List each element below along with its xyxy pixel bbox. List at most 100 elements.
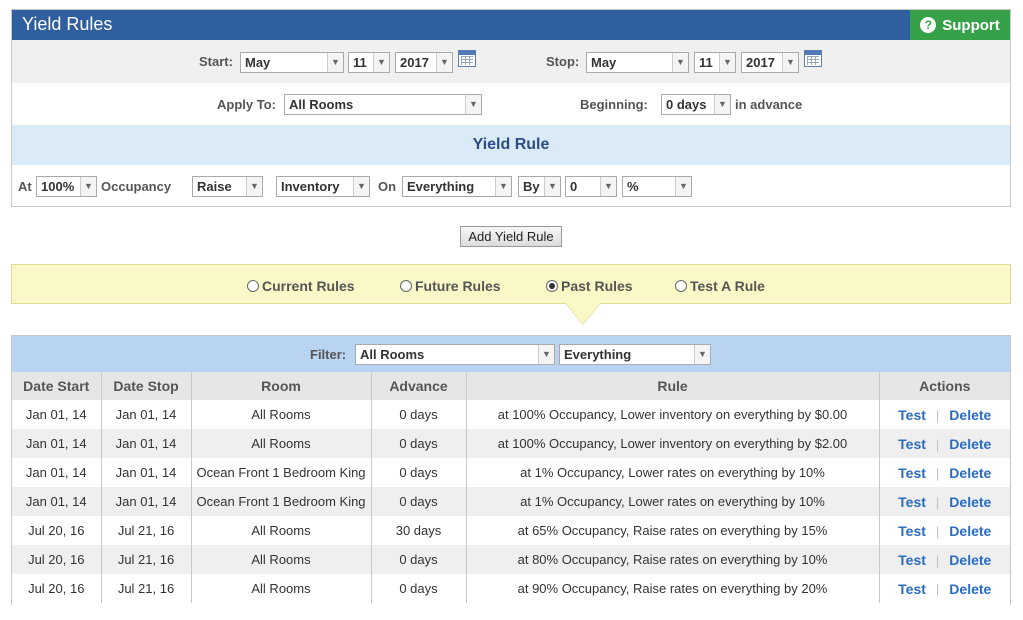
- chevron-down-icon: ▼: [719, 53, 735, 72]
- tab-label: Past Rules: [561, 278, 633, 294]
- start-calendar-icon[interactable]: [458, 50, 476, 67]
- cell-date-stop: Jan 01, 14: [101, 487, 192, 516]
- column-header-room[interactable]: Room: [191, 372, 372, 400]
- rule-view-tabs: Current Rules Future Rules Past Rules Te…: [11, 264, 1011, 304]
- unit-value: %: [627, 179, 639, 194]
- start-month-select[interactable]: May ▼: [240, 52, 344, 73]
- chevron-down-icon: ▼: [675, 177, 691, 196]
- cell-actions: Test | Delete: [879, 545, 1010, 574]
- cell-rule: at 100% Occupancy, Lower inventory on ev…: [466, 429, 880, 458]
- divider: |: [935, 494, 940, 510]
- radio-button[interactable]: [675, 280, 687, 292]
- cell-date-stop: Jul 21, 16: [101, 516, 192, 545]
- chevron-down-icon: ▼: [544, 177, 560, 196]
- stop-year-select[interactable]: 2017 ▼: [741, 52, 799, 73]
- tab-label: Test A Rule: [690, 278, 765, 294]
- column-header-date-start[interactable]: Date Start: [12, 372, 102, 400]
- chevron-down-icon: ▼: [327, 53, 343, 72]
- delete-link[interactable]: Delete: [949, 494, 991, 510]
- delete-link[interactable]: Delete: [949, 523, 991, 539]
- scope-select[interactable]: Everything ▼: [402, 176, 512, 197]
- by-select[interactable]: By ▼: [518, 176, 561, 197]
- action-select[interactable]: Raise ▼: [192, 176, 263, 197]
- cell-date-stop: Jul 21, 16: [101, 574, 192, 603]
- divider: |: [935, 581, 940, 597]
- table-row: Jan 01, 14 Jan 01, 14 All Rooms 0 days a…: [12, 400, 1010, 429]
- occupancy-select[interactable]: 100% ▼: [36, 176, 97, 197]
- cell-room: Ocean Front 1 Bedroom King: [191, 458, 372, 487]
- start-year-select[interactable]: 2017 ▼: [395, 52, 453, 73]
- stop-label: Stop:: [546, 54, 580, 69]
- start-day-value: 11: [353, 55, 367, 70]
- divider: |: [935, 407, 940, 423]
- page-title: Yield Rules: [22, 14, 113, 34]
- target-select[interactable]: Inventory ▼: [276, 176, 370, 197]
- cell-actions: Test | Delete: [879, 458, 1010, 487]
- action-value: Raise: [197, 179, 232, 194]
- cell-date-stop: Jan 01, 14: [101, 400, 192, 429]
- delete-link[interactable]: Delete: [949, 552, 991, 568]
- table-row: Jul 20, 16 Jul 21, 16 All Rooms 0 days a…: [12, 545, 1010, 574]
- question-icon: ?: [920, 17, 937, 33]
- apply-row: Apply To: All Rooms ▼ Beginning: 0 days …: [12, 83, 1010, 125]
- title-bar: Yield Rules ? Support: [12, 10, 1010, 40]
- support-button[interactable]: ? Support: [910, 10, 1010, 40]
- filter-scope-select[interactable]: Everything ▼: [559, 344, 711, 365]
- cell-advance: 0 days: [371, 574, 467, 603]
- apply-to-label: Apply To:: [217, 97, 276, 112]
- column-header-rule[interactable]: Rule: [466, 372, 880, 400]
- cell-rule: at 1% Occupancy, Lower rates on everythi…: [466, 458, 880, 487]
- delete-link[interactable]: Delete: [949, 407, 991, 423]
- test-link[interactable]: Test: [898, 436, 926, 452]
- support-label: Support: [942, 16, 1000, 34]
- cell-room: All Rooms: [191, 400, 372, 429]
- table-header-row: Date Start Date Stop Room Advance Rule A…: [12, 372, 1010, 400]
- cell-actions: Test | Delete: [879, 516, 1010, 545]
- apply-to-select[interactable]: All Rooms ▼: [284, 94, 482, 115]
- cell-rule: at 65% Occupancy, Raise rates on everyth…: [466, 516, 880, 545]
- chevron-down-icon: ▼: [246, 177, 262, 196]
- delete-link[interactable]: Delete: [949, 465, 991, 481]
- test-link[interactable]: Test: [898, 523, 926, 539]
- add-yield-rule-button[interactable]: Add Yield Rule: [460, 226, 562, 247]
- column-header-date-stop[interactable]: Date Stop: [101, 372, 192, 400]
- tab-current-rules[interactable]: Current Rules: [247, 278, 355, 294]
- delete-link[interactable]: Delete: [949, 436, 991, 452]
- test-link[interactable]: Test: [898, 407, 926, 423]
- stop-month-value: May: [591, 55, 617, 70]
- chevron-down-icon: ▼: [782, 53, 798, 72]
- filter-room-value: All Rooms: [360, 347, 425, 362]
- tab-test-a-rule[interactable]: Test A Rule: [675, 278, 765, 294]
- table-row: Jul 20, 16 Jul 21, 16 All Rooms 0 days a…: [12, 574, 1010, 603]
- test-link[interactable]: Test: [898, 465, 926, 481]
- delete-link[interactable]: Delete: [949, 581, 991, 597]
- start-day-select[interactable]: 11 ▼: [348, 52, 390, 73]
- cell-date-stop: Jul 21, 16: [101, 545, 192, 574]
- tab-label: Current Rules: [262, 278, 355, 294]
- cell-room: All Rooms: [191, 545, 372, 574]
- table-row: Jan 01, 14 Jan 01, 14 Ocean Front 1 Bedr…: [12, 487, 1010, 516]
- test-link[interactable]: Test: [898, 552, 926, 568]
- test-link[interactable]: Test: [898, 581, 926, 597]
- chevron-down-icon: ▼: [353, 177, 369, 196]
- radio-button-selected[interactable]: [546, 280, 558, 292]
- stop-calendar-icon[interactable]: [804, 50, 822, 67]
- tab-future-rules[interactable]: Future Rules: [400, 278, 501, 294]
- stop-day-select[interactable]: 11 ▼: [694, 52, 736, 73]
- tab-past-rules[interactable]: Past Rules: [546, 278, 633, 294]
- chevron-down-icon: ▼: [373, 53, 389, 72]
- unit-select[interactable]: % ▼: [622, 176, 692, 197]
- amount-value: 0: [570, 179, 578, 194]
- beginning-label: Beginning:: [580, 97, 648, 112]
- by-value: By: [523, 179, 540, 194]
- radio-button[interactable]: [247, 280, 259, 292]
- column-header-advance[interactable]: Advance: [371, 372, 467, 400]
- amount-select[interactable]: 0 ▼: [565, 176, 617, 197]
- cell-room: All Rooms: [191, 574, 372, 603]
- test-link[interactable]: Test: [898, 494, 926, 510]
- radio-button[interactable]: [400, 280, 412, 292]
- stop-month-select[interactable]: May ▼: [586, 52, 689, 73]
- beginning-select[interactable]: 0 days ▼: [661, 94, 731, 115]
- cell-room: All Rooms: [191, 516, 372, 545]
- filter-room-select[interactable]: All Rooms ▼: [355, 344, 555, 365]
